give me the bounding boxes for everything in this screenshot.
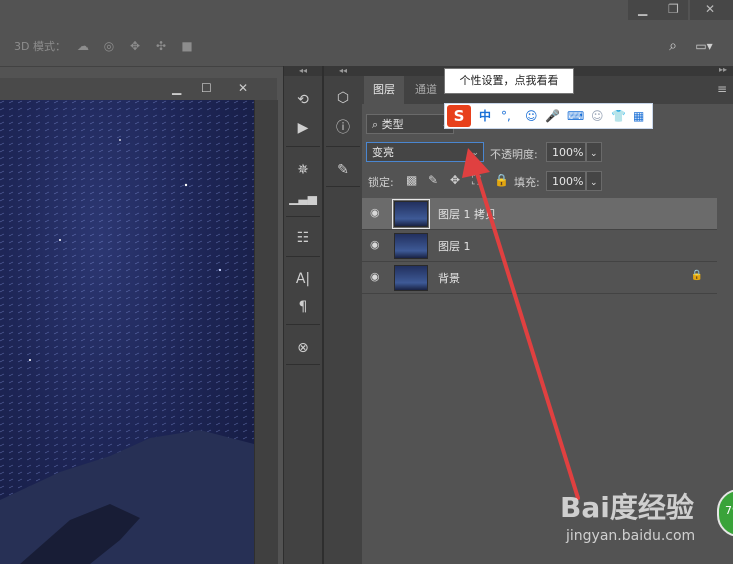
annotation-arrow [462,148,580,500]
watermark-url: jingyan.baidu.com [566,528,696,544]
baidu-jingyan-watermark: Bai度经验 [560,491,694,524]
